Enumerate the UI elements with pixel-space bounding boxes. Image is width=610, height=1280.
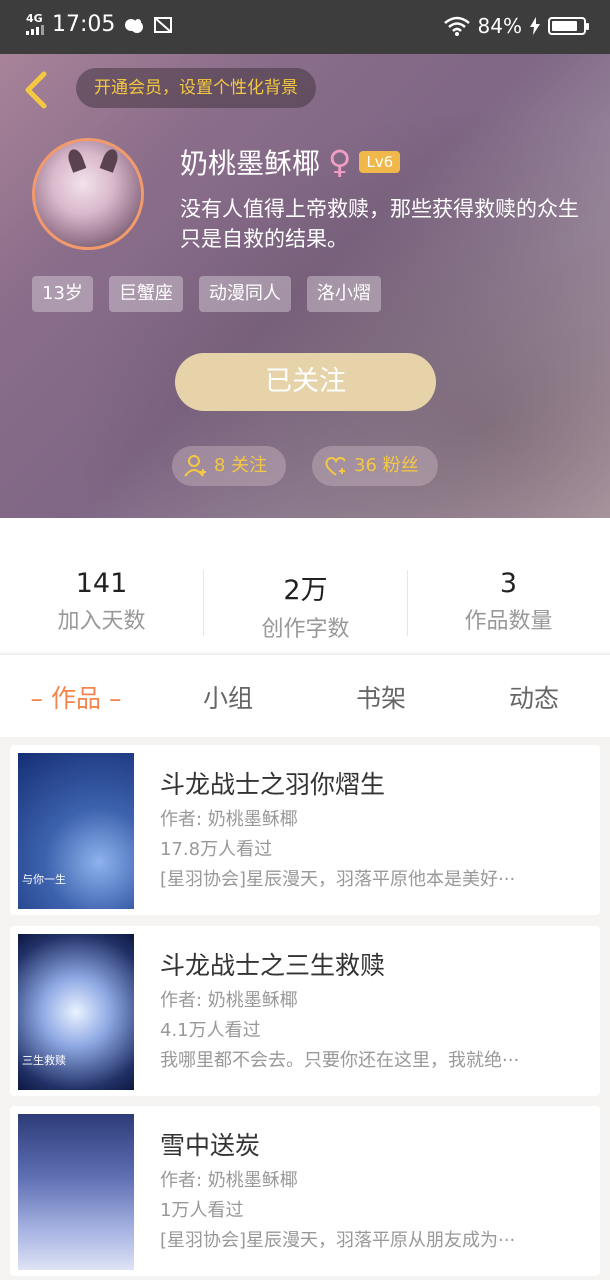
work-card[interactable]: 三生救赎 斗龙战士之三生救赎 作者: 奶桃墨稣椰 4.1万人看过 我哪里都不会去… [10, 926, 600, 1096]
work-card[interactable]: 雪中送炭 作者: 奶桃墨稣椰 1万人看过 [星羽协会]星辰漫天，羽落平原从朋友成… [10, 1106, 600, 1276]
add-user-icon [184, 455, 206, 477]
tab-bar: – 作品 – 小组 书架 动态 [0, 654, 610, 737]
stats-row: 141 加入天数 2万 创作字数 3 作品数量 [0, 518, 610, 652]
work-description: 我哪里都不会去。只要你还在这里，我就绝··· [160, 1050, 520, 1071]
battery-icon [548, 17, 589, 35]
fans-count: 36 粉丝 [354, 455, 419, 476]
tag-interest: 动漫同人 [198, 276, 291, 312]
heart-add-icon [325, 457, 346, 476]
status-bar: 4G 17:05 84% [0, 0, 610, 54]
followed-button[interactable]: 已关注 [175, 353, 436, 411]
work-author: 作者: 奶桃墨稣椰 [160, 809, 298, 830]
work-author: 作者: 奶桃墨稣椰 [160, 990, 298, 1011]
tag-list: 13岁 巨蟹座 动漫同人 洛小熠 [32, 276, 381, 312]
clock: 17:05 [52, 12, 116, 37]
tag-age: 13岁 [32, 276, 93, 312]
tag-zodiac: 巨蟹座 [108, 276, 183, 312]
stat-word-count: 2万 创作字数 [261, 575, 350, 642]
tab-works[interactable]: – 作品 – [0, 679, 152, 715]
book-cover: 三生救赎 [18, 934, 134, 1090]
work-card[interactable]: 与你一生 斗龙战士之羽你熠生 作者: 奶桃墨稣椰 17.8万人看过 [星羽协会]… [10, 745, 600, 915]
work-title: 斗龙战士之羽你熠生 [160, 770, 386, 799]
work-description: [星羽协会]星辰漫天，羽落平原他本是美好··· [160, 869, 516, 890]
tab-groups[interactable]: 小组 [152, 679, 304, 715]
profile-header: 开通会员，设置个性化背景 奶桃墨稣椰 ♀ Lv6 没有人值得上帝救赎，那些获得救… [0, 54, 610, 518]
tab-bookshelf[interactable]: 书架 [305, 679, 457, 715]
work-views: 1万人看过 [160, 1200, 244, 1221]
level-badge: Lv6 [359, 151, 401, 173]
charging-icon [530, 17, 540, 35]
book-cover: 与你一生 [18, 753, 134, 909]
weather-icon [125, 18, 144, 33]
book-cover [18, 1114, 134, 1270]
work-description: [星羽协会]星辰漫天，羽落平原从朋友成为··· [160, 1230, 516, 1251]
work-views: 17.8万人看过 [160, 839, 273, 860]
battery-percent: 84% [477, 14, 522, 38]
fans-button[interactable]: 36 粉丝 [312, 446, 438, 486]
work-title: 斗龙战士之三生救赎 [160, 951, 386, 980]
vip-background-banner[interactable]: 开通会员，设置个性化背景 [76, 68, 316, 108]
work-views: 4.1万人看过 [160, 1020, 261, 1041]
work-title: 雪中送炭 [160, 1131, 261, 1160]
work-author: 作者: 奶桃墨稣椰 [160, 1170, 298, 1191]
bio-text: 没有人值得上帝救赎，那些获得救赎的众生只是自救的结果。 [180, 197, 579, 251]
stat-works-count: 3 作品数量 [464, 568, 553, 634]
following-count: 8 关注 [214, 455, 268, 476]
tag-character: 洛小熠 [306, 276, 381, 312]
following-button[interactable]: 8 关注 [172, 446, 286, 486]
avatar[interactable] [32, 138, 144, 250]
signal-icon: 4G [26, 13, 44, 35]
tab-activity[interactable]: 动态 [458, 679, 610, 715]
username: 奶桃墨稣椰 [180, 147, 321, 180]
wifi-icon [443, 16, 470, 36]
female-icon: ♀ [328, 143, 352, 181]
back-arrow-icon[interactable] [18, 70, 54, 110]
stat-join-days: 141 加入天数 [57, 568, 146, 634]
notification-icon [154, 16, 173, 33]
